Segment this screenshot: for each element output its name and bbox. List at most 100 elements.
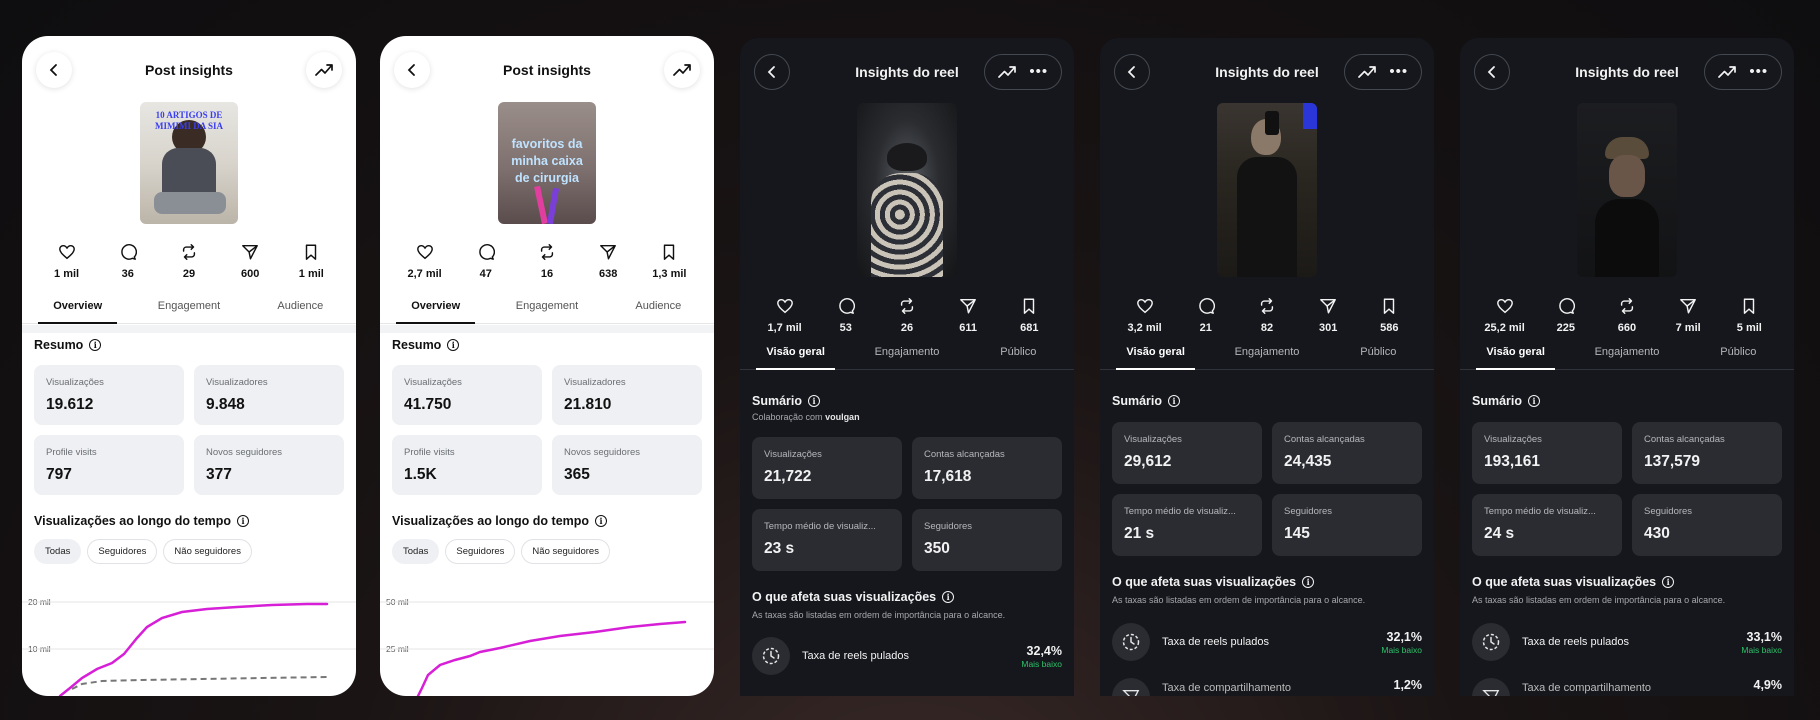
- skip-rate-row[interactable]: Taxa de reels pulados 32,4% Mais baixo: [752, 636, 1062, 676]
- skip-rate-row[interactable]: Taxa de reels pulados 32,1% Mais baixo: [1112, 622, 1422, 662]
- tab-audience[interactable]: Audience: [603, 294, 714, 323]
- shares-stat: 600: [222, 243, 278, 280]
- shares-stat: 611: [940, 297, 996, 334]
- chip-non-followers[interactable]: Não seguidores: [521, 539, 610, 564]
- trending-up-icon[interactable]: [1717, 65, 1736, 79]
- shares-count: 638: [598, 268, 618, 280]
- heart-icon: [1496, 298, 1513, 314]
- views-card: Visualizações 41.750: [392, 365, 542, 425]
- saves-count: 586: [1380, 322, 1399, 334]
- factor-name: Taxa de compartilhamento: [1162, 682, 1292, 694]
- comments-stat: 21: [1178, 297, 1234, 334]
- insights-panel-2: Post insights favoritos da minha caixa d…: [380, 36, 714, 696]
- tab-audience[interactable]: Público: [1683, 340, 1794, 369]
- share-icon: [1112, 678, 1150, 696]
- bookmark-icon: [1384, 298, 1395, 314]
- info-icon[interactable]: i: [808, 395, 821, 407]
- avg-watch-time-card: Tempo médio de visualiz... 23 s: [752, 509, 902, 571]
- trend-button[interactable]: [664, 52, 700, 88]
- section-divider: [380, 325, 714, 333]
- trending-up-icon: [673, 64, 691, 76]
- repost-icon: [1620, 298, 1634, 314]
- tab-overview[interactable]: Visão geral: [1100, 340, 1211, 370]
- tab-bar: Overview Engagement Audience: [22, 294, 356, 324]
- card-value: 21,722: [764, 468, 812, 485]
- info-icon[interactable]: i: [1302, 576, 1315, 588]
- bookmark-icon: [1024, 298, 1035, 314]
- card-value: 350: [924, 540, 950, 557]
- reel-thumbnail[interactable]: [1217, 103, 1317, 277]
- card-label: Novos seguidores: [206, 447, 283, 458]
- reel-thumbnail[interactable]: [1577, 103, 1677, 277]
- header-actions: •••: [984, 54, 1062, 90]
- info-icon[interactable]: i: [89, 339, 102, 351]
- collaboration-line: Colaboração com voulgan: [752, 412, 860, 422]
- chip-all[interactable]: Todas: [392, 539, 440, 564]
- likes-count: 1,7 mil: [767, 322, 802, 334]
- reposts-count: 16: [540, 268, 554, 280]
- summary-title: Resumo: [392, 338, 442, 352]
- tab-audience[interactable]: Audience: [245, 294, 356, 323]
- chip-non-followers[interactable]: Não seguidores: [163, 539, 252, 564]
- card-value: 21 s: [1124, 525, 1155, 542]
- tab-bar: Visão geral Engajamento Público: [1460, 340, 1794, 370]
- affects-views-subtitle: As taxas são listadas em ordem de import…: [752, 610, 1006, 620]
- card-label: Tempo médio de visualiz...: [764, 521, 876, 532]
- card-label: Novos seguidores: [564, 447, 641, 458]
- tab-engagement[interactable]: Engajamento: [1211, 340, 1322, 369]
- trending-up-icon[interactable]: [1357, 65, 1376, 79]
- comments-count: 21: [1199, 322, 1212, 334]
- card-value: 9.848: [206, 396, 245, 413]
- post-thumbnail[interactable]: 10 ARTIGOS DE MIMIMI DA SIA: [140, 102, 238, 224]
- more-options-icon[interactable]: •••: [1029, 64, 1048, 79]
- tab-overview[interactable]: Visão geral: [1460, 340, 1571, 370]
- chip-followers[interactable]: Seguidores: [87, 539, 158, 564]
- tab-overview[interactable]: Overview: [380, 294, 491, 324]
- likes-stat: 25,2 mil: [1477, 297, 1533, 334]
- card-label: Visualizações: [1124, 434, 1182, 445]
- card-label: Tempo médio de visualiz...: [1484, 506, 1596, 517]
- all-views-series-line: [58, 602, 329, 696]
- info-icon[interactable]: i: [447, 339, 460, 351]
- more-options-icon[interactable]: •••: [1749, 64, 1768, 79]
- share-icon: [1320, 298, 1337, 314]
- share-rate-row[interactable]: Taxa de compartilhamento 4,9%: [1472, 678, 1782, 696]
- info-icon[interactable]: i: [595, 515, 608, 527]
- collab-username[interactable]: voulgan: [825, 412, 860, 422]
- views-chart: 20 mil 10 mil: [22, 592, 356, 696]
- tab-engagement[interactable]: Engajamento: [1571, 340, 1682, 369]
- tab-overview[interactable]: Visão geral: [740, 340, 851, 370]
- trending-up-icon[interactable]: [997, 65, 1016, 79]
- skip-rate-row[interactable]: Taxa de reels pulados 33,1% Mais baixo: [1472, 622, 1782, 662]
- followers-card: Seguidores 430: [1632, 494, 1782, 556]
- tab-audience[interactable]: Público: [1323, 340, 1434, 369]
- tab-audience[interactable]: Público: [963, 340, 1074, 369]
- saves-count: 1,3 mil: [652, 268, 687, 280]
- card-value: 19.612: [46, 396, 94, 413]
- bookmark-icon: [306, 244, 317, 260]
- likes-stat: 2,7 mil: [397, 243, 453, 280]
- info-icon[interactable]: i: [1528, 395, 1541, 407]
- card-value: 377: [206, 466, 232, 483]
- info-icon[interactable]: i: [1662, 576, 1675, 588]
- info-icon[interactable]: i: [942, 591, 955, 603]
- likes-count: 25,2 mil: [1484, 322, 1525, 334]
- header-actions: •••: [1704, 54, 1782, 90]
- chip-all[interactable]: Todas: [34, 539, 82, 564]
- factor-name: Taxa de reels pulados: [1162, 636, 1270, 648]
- post-thumbnail[interactable]: favoritos da minha caixa de cirurgia: [498, 102, 596, 224]
- tab-engagement[interactable]: Engagement: [491, 294, 602, 323]
- share-rate-row[interactable]: Taxa de compartilhamento 1,2%: [1112, 678, 1422, 696]
- more-options-icon[interactable]: •••: [1389, 64, 1408, 79]
- section-divider: [22, 325, 356, 333]
- tab-overview[interactable]: Overview: [22, 294, 133, 324]
- card-label: Contas alcançadas: [924, 449, 1005, 460]
- comment-icon: [1199, 298, 1215, 314]
- reel-thumbnail[interactable]: [857, 103, 957, 277]
- tab-engagement[interactable]: Engagement: [133, 294, 244, 323]
- tab-engagement[interactable]: Engajamento: [851, 340, 962, 369]
- trend-button[interactable]: [306, 52, 342, 88]
- chip-followers[interactable]: Seguidores: [445, 539, 516, 564]
- info-icon[interactable]: i: [1168, 395, 1181, 407]
- info-icon[interactable]: i: [237, 515, 250, 527]
